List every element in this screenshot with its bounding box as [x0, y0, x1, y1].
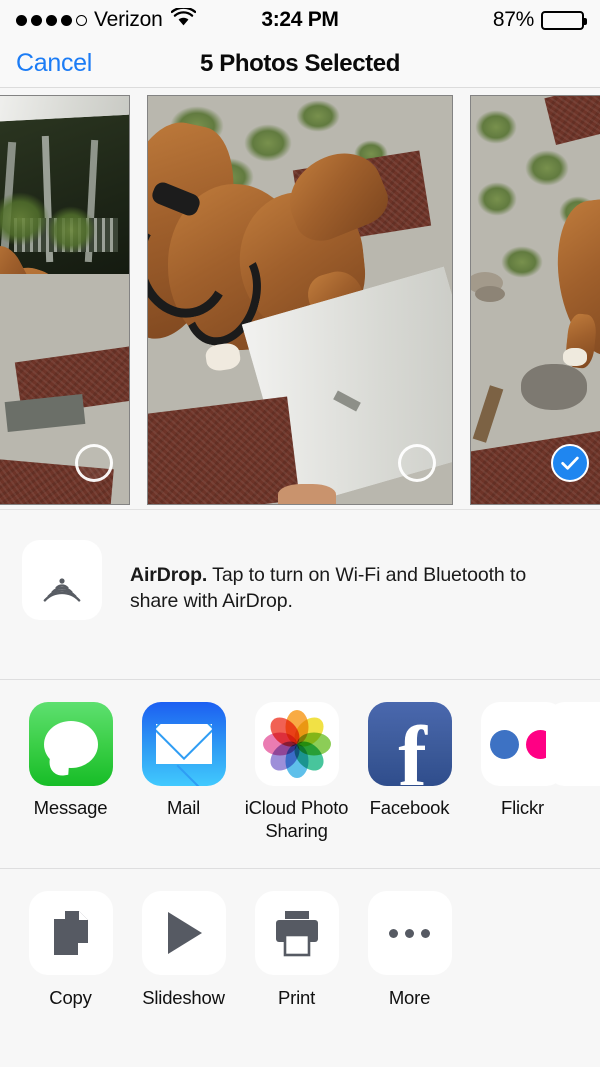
action-label: Copy [49, 987, 92, 1008]
share-apps-section: Message Mail iCloud Photo Sharing f Face… [0, 680, 600, 869]
action-label: Slideshow [142, 987, 225, 1008]
airdrop-section: AirDrop. Tap to turn on Wi-Fi and Blueto… [0, 510, 600, 680]
airdrop-row[interactable]: AirDrop. Tap to turn on Wi-Fi and Blueto… [0, 540, 600, 620]
actions-row[interactable]: Copy Slideshow Print More [0, 891, 600, 1009]
share-app-partial-offscreen[interactable] [546, 702, 600, 786]
share-app-facebook[interactable]: f Facebook [353, 702, 466, 842]
share-app-label: Mail [166, 797, 201, 818]
printer-icon[interactable] [254, 891, 339, 975]
icloud-photo-sharing-icon[interactable] [254, 702, 339, 786]
share-app-label: Flickr [501, 797, 544, 818]
action-label: Print [277, 987, 316, 1008]
action-print[interactable]: Print [240, 891, 353, 1009]
share-app-label: Facebook [369, 797, 450, 818]
share-app-mail[interactable]: Mail [127, 702, 240, 842]
photo-thumbnail[interactable] [470, 95, 600, 505]
share-app-label: Message [33, 797, 108, 818]
airdrop-description: AirDrop. Tap to turn on Wi-Fi and Blueto… [130, 540, 578, 615]
play-icon[interactable] [141, 891, 226, 975]
navigation-bar: Cancel 5 Photos Selected [0, 40, 600, 88]
checkmark-icon [561, 456, 579, 470]
share-app-label: iCloud Photo Sharing [244, 797, 349, 842]
battery-icon [541, 10, 587, 30]
battery-percent-label: 87% [492, 8, 534, 31]
share-sheet-screen: Verizon 3:24 PM 87% Cancel 5 Photos Sele… [0, 0, 600, 1067]
action-slideshow[interactable]: Slideshow [127, 891, 240, 1009]
photo-thumbnail[interactable] [0, 95, 130, 505]
photo-strip[interactable] [0, 88, 600, 510]
photo-selection-toggle[interactable] [75, 444, 113, 482]
action-more[interactable]: More [353, 891, 466, 1009]
cancel-button[interactable]: Cancel [16, 49, 92, 78]
status-bar: Verizon 3:24 PM 87% [0, 0, 600, 40]
action-label: More [388, 987, 431, 1008]
message-icon[interactable] [28, 702, 113, 786]
share-app-icloud-photo-sharing[interactable]: iCloud Photo Sharing [240, 702, 353, 842]
facebook-icon[interactable]: f [367, 702, 452, 786]
share-apps-row[interactable]: Message Mail iCloud Photo Sharing f Face… [0, 702, 600, 842]
mail-icon[interactable] [141, 702, 226, 786]
photo-selection-toggle[interactable] [551, 444, 589, 482]
photo-thumbnail[interactable] [147, 95, 453, 505]
airdrop-title: AirDrop. [130, 564, 208, 586]
action-copy[interactable]: Copy [14, 891, 127, 1009]
status-bar-right: 87% [492, 8, 587, 32]
actions-section: Copy Slideshow Print More [0, 869, 600, 1059]
copy-icon[interactable] [28, 891, 113, 975]
airdrop-icon[interactable] [22, 540, 102, 620]
photo-selection-toggle[interactable] [398, 444, 436, 482]
ellipsis-icon[interactable] [367, 891, 452, 975]
share-app-message[interactable]: Message [14, 702, 127, 842]
